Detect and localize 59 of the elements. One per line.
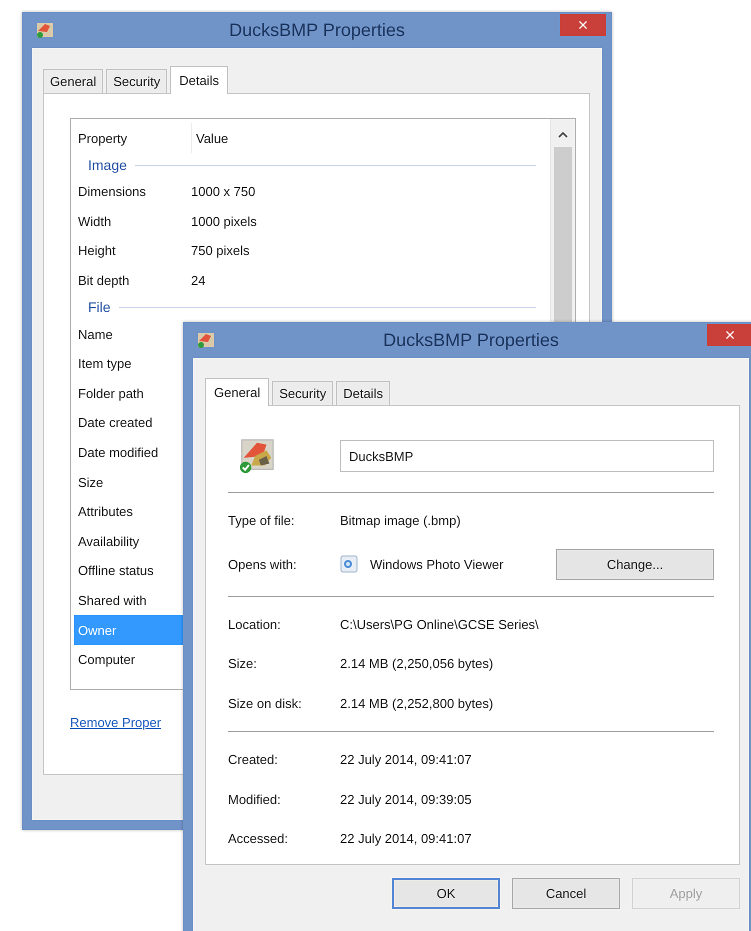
image-file-icon: [197, 331, 215, 349]
property-name[interactable]: Availability: [74, 526, 187, 556]
tab[interactable]: General: [43, 69, 104, 93]
tab[interactable]: Details: [336, 381, 390, 405]
photo-viewer-icon: [340, 555, 358, 573]
property-value: 750 pixels: [190, 243, 250, 258]
property-name[interactable]: Folder path: [74, 378, 187, 408]
property-name[interactable]: Computer: [74, 644, 187, 674]
property-name[interactable]: Size: [74, 467, 187, 497]
property-name[interactable]: Name: [74, 319, 187, 349]
field-value: Bitmap image (.bmp): [340, 513, 461, 528]
field-value: Windows Photo Viewer: [370, 556, 504, 572]
property-name[interactable]: Date created: [74, 408, 187, 438]
property-name[interactable]: Dimensions: [74, 177, 187, 207]
property-value: 24: [190, 273, 206, 288]
name-field[interactable]: DucksBMP: [340, 440, 714, 472]
property-name[interactable]: Bit depth: [74, 266, 187, 296]
tab[interactable]: Security: [272, 381, 334, 405]
property-name[interactable]: Item type: [74, 348, 187, 379]
field-value: 22 July 2014, 09:41:07: [340, 752, 472, 768]
field-label: Modified:: [228, 792, 282, 807]
window-title: DucksBMP Properties: [382, 330, 560, 350]
property-value: 1000 pixels: [190, 214, 257, 229]
dialog-button[interactable]: Cancel: [512, 878, 620, 909]
field-label: Size:: [228, 656, 258, 672]
field-value: 22 July 2014, 09:39:05: [340, 792, 472, 807]
column-header[interactable]: Property: [74, 123, 192, 153]
group-header: File: [88, 299, 111, 316]
field-label: Opens with:: [228, 556, 298, 572]
image-file-icon: [238, 437, 276, 475]
column-header[interactable]: Value: [192, 123, 309, 153]
property-name[interactable]: Shared with: [74, 586, 187, 616]
change-button[interactable]: Change...: [556, 548, 714, 580]
tab[interactable]: Details: [170, 66, 228, 94]
group-header: Image: [88, 157, 127, 173]
property-name[interactable]: Width: [74, 206, 187, 236]
field-value: 2.14 MB (2,250,056 bytes): [340, 656, 494, 672]
field-label: Accessed:: [228, 831, 289, 846]
field-value: C:\Users\PG Online\GCSE Series\: [340, 616, 539, 632]
window-title: DucksBMP Properties: [228, 20, 406, 40]
property-name[interactable]: Height: [74, 236, 187, 266]
field-value: 22 July 2014, 09:41:07: [340, 831, 472, 846]
close-button[interactable]: ×: [707, 324, 751, 346]
field-label: Type of file:: [228, 513, 296, 528]
field-value: 2.14 MB (2,252,800 bytes): [340, 696, 494, 711]
scroll-up-icon[interactable]: [558, 131, 568, 139]
close-button[interactable]: ×: [560, 14, 606, 36]
remove-properties-link[interactable]: Remove Proper: [70, 715, 162, 730]
field-label: Created:: [228, 752, 279, 768]
field-label: Size on disk:: [228, 696, 303, 711]
field-label: Location:: [228, 616, 282, 632]
tab[interactable]: Security: [106, 69, 168, 93]
image-file-icon: [36, 21, 54, 39]
property-name[interactable]: Attributes: [74, 496, 187, 527]
tab[interactable]: General: [205, 378, 270, 406]
dialog-button[interactable]: OK: [392, 878, 500, 909]
property-name[interactable]: Date modified: [74, 438, 187, 468]
property-value: 1000 x 750: [190, 184, 256, 200]
property-name[interactable]: Offline status: [74, 556, 187, 586]
